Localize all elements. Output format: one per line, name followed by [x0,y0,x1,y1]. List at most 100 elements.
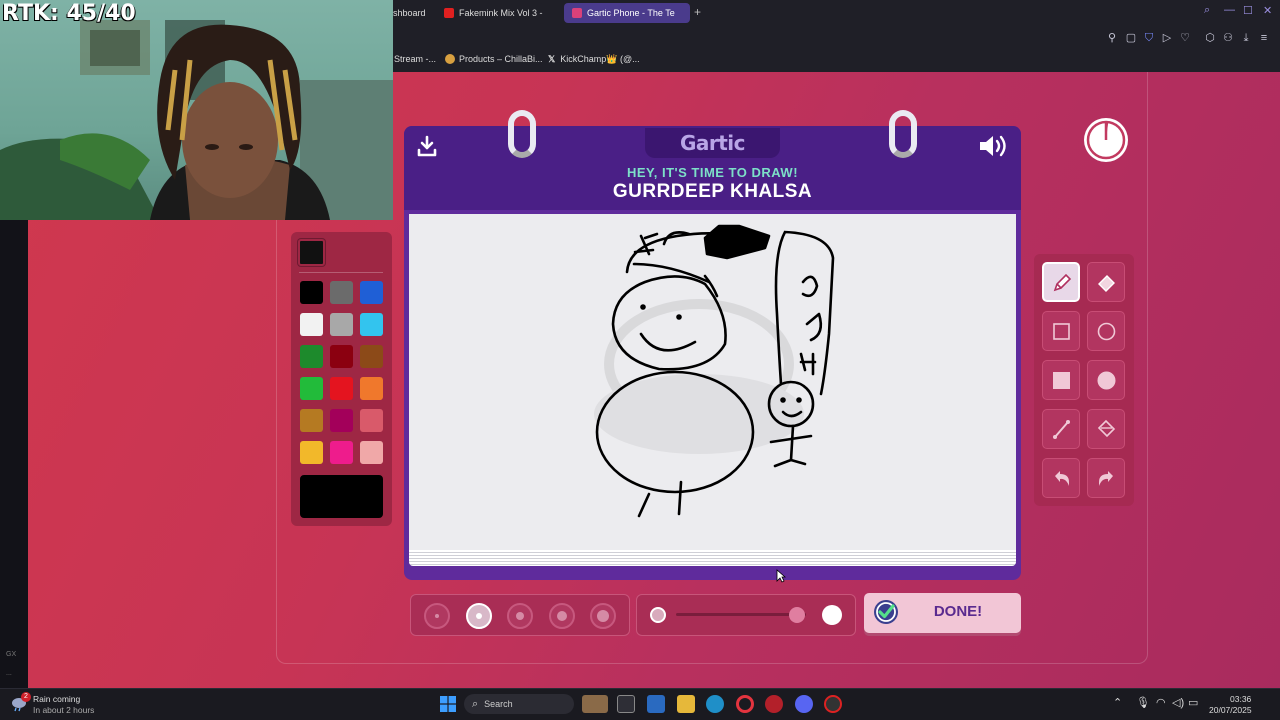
brush-size-dot [475,613,482,619]
microphone-icon[interactable]: 🎙 [1136,696,1150,709]
taskbar-date[interactable]: 20/07/2025 [1209,705,1252,715]
brush-size-3[interactable] [507,603,533,629]
brush-size-5[interactable] [590,603,616,629]
color-swatch[interactable] [330,441,353,464]
color-swatch[interactable] [360,377,383,400]
menu-icon[interactable]: ≡ [1257,31,1271,45]
file-explorer-icon[interactable] [677,695,695,713]
opera-gx-icon[interactable] [736,695,754,713]
tab-dashboard[interactable]: shboard [385,3,441,23]
color-swatch[interactable] [360,409,383,432]
tool-rectangle-filled[interactable] [1042,360,1080,400]
edge-icon[interactable] [706,695,724,713]
color-swatch[interactable] [360,345,383,368]
snapshot-icon[interactable]: ▢ [1124,31,1138,45]
eraser-icon [1097,274,1115,292]
mouse-cursor-icon [776,569,786,583]
app-dark-icon[interactable] [824,695,842,713]
sidebar-label-gx: GX [6,651,17,658]
sidebar-more-icon[interactable]: ... [6,670,12,677]
bookmark-label: Stream -... [394,54,437,64]
color-swatch[interactable] [300,313,323,336]
browser-sidebar [0,220,28,688]
widget-icon[interactable] [582,695,608,713]
taskbar-search[interactable]: ⌕ Search [464,694,574,714]
color-swatch[interactable] [330,377,353,400]
opacity-slider-handle[interactable] [788,607,805,623]
windows-start-icon[interactable] [440,696,456,712]
new-tab-icon[interactable]: + [694,5,701,19]
tab-fakemink-mix[interactable]: Fakemink Mix Vol 3 - [436,3,556,23]
color-swatch[interactable] [360,281,383,304]
search-icon: ⌕ [472,697,479,710]
color-swatch[interactable] [360,313,383,336]
opacity-max-icon [822,605,842,625]
brush-size-1[interactable] [424,603,450,629]
bookmark-products[interactable]: Products – ChillaBi... [445,54,543,64]
brush-size-4[interactable] [548,603,575,629]
discord-icon[interactable] [795,695,813,713]
tab-label: Fakemink Mix Vol 3 - [459,8,543,18]
undo-icon [1054,470,1069,486]
tool-rectangle-outline[interactable] [1042,311,1080,351]
minimize-icon[interactable]: — [1224,4,1235,16]
taskbar-time[interactable]: 03:36 [1230,694,1251,704]
bookmark-kickchamp[interactable]: 𝕏 KickChamp👑 (@... [548,54,640,65]
color-swatch[interactable] [330,281,353,304]
pin-icon[interactable]: ⚲ [1105,31,1119,45]
color-swatch[interactable] [330,345,353,368]
shield-icon[interactable]: ⛉ [1142,31,1156,45]
brush-size-dot [435,614,439,618]
download-icon[interactable] [415,134,439,158]
selected-color-preview[interactable] [300,475,383,518]
tool-ellipse-filled[interactable] [1087,360,1125,400]
maximize-icon[interactable]: ☐ [1243,4,1253,17]
color-swatch[interactable] [330,313,353,336]
weather-badge: 2 [21,692,31,702]
play-icon[interactable]: ▷ [1160,31,1174,45]
battery-icon[interactable]: ▭ [1188,696,1198,709]
profile-icon[interactable]: ⚇ [1221,31,1235,45]
tab-gartic-phone[interactable]: Gartic Phone - The Te [564,3,690,23]
color-swatch[interactable] [300,377,323,400]
tool-redo[interactable] [1087,458,1125,498]
color-swatch[interactable] [300,441,323,464]
heart-icon[interactable]: ♡ [1178,31,1192,45]
tool-eraser[interactable] [1087,262,1125,302]
wifi-icon[interactable]: ◠ [1156,696,1166,709]
checkmark-icon [874,600,898,624]
webcam-overlay [0,0,393,220]
rectangle-filled-icon [1052,371,1070,389]
color-swatch[interactable] [300,345,323,368]
tool-pencil[interactable] [1042,262,1080,302]
bookmark-favicon-icon [445,54,455,64]
timer-icon [1084,118,1128,162]
search-tabs-icon[interactable]: ⌕ [1204,4,1210,17]
binder-ring-right [889,110,917,158]
rectangle-outline-icon [1052,322,1070,340]
tray-overflow-icon[interactable]: ⌃ [1113,696,1122,709]
bookmark-stream[interactable]: Stream -... [394,54,436,64]
extensions-icon[interactable]: ⬡ [1203,31,1217,45]
app-red-icon[interactable] [765,695,783,713]
tool-ellipse-outline[interactable] [1087,311,1125,351]
download-manager-icon[interactable]: ⤓ [1239,31,1253,45]
brush-size-2[interactable] [465,603,492,629]
webcam-counter: RTK: 45/40 [2,1,136,26]
palette-divider [299,272,383,273]
opacity-track[interactable] [676,613,806,616]
volume-icon[interactable] [978,133,1010,159]
store-icon[interactable] [647,695,665,713]
speaker-icon[interactable]: ◁) [1172,696,1184,709]
tool-line[interactable] [1042,409,1080,449]
color-swatch[interactable] [300,281,323,304]
brush-size-dot [597,610,609,622]
task-view-icon[interactable] [617,695,635,713]
tool-undo[interactable] [1042,458,1080,498]
close-icon[interactable]: ✕ [1263,4,1272,17]
color-swatch[interactable] [330,409,353,432]
tool-fill-bucket[interactable] [1087,409,1125,449]
drawing-canvas[interactable] [409,214,1016,554]
color-swatch[interactable] [300,409,323,432]
color-swatch[interactable] [360,441,383,464]
